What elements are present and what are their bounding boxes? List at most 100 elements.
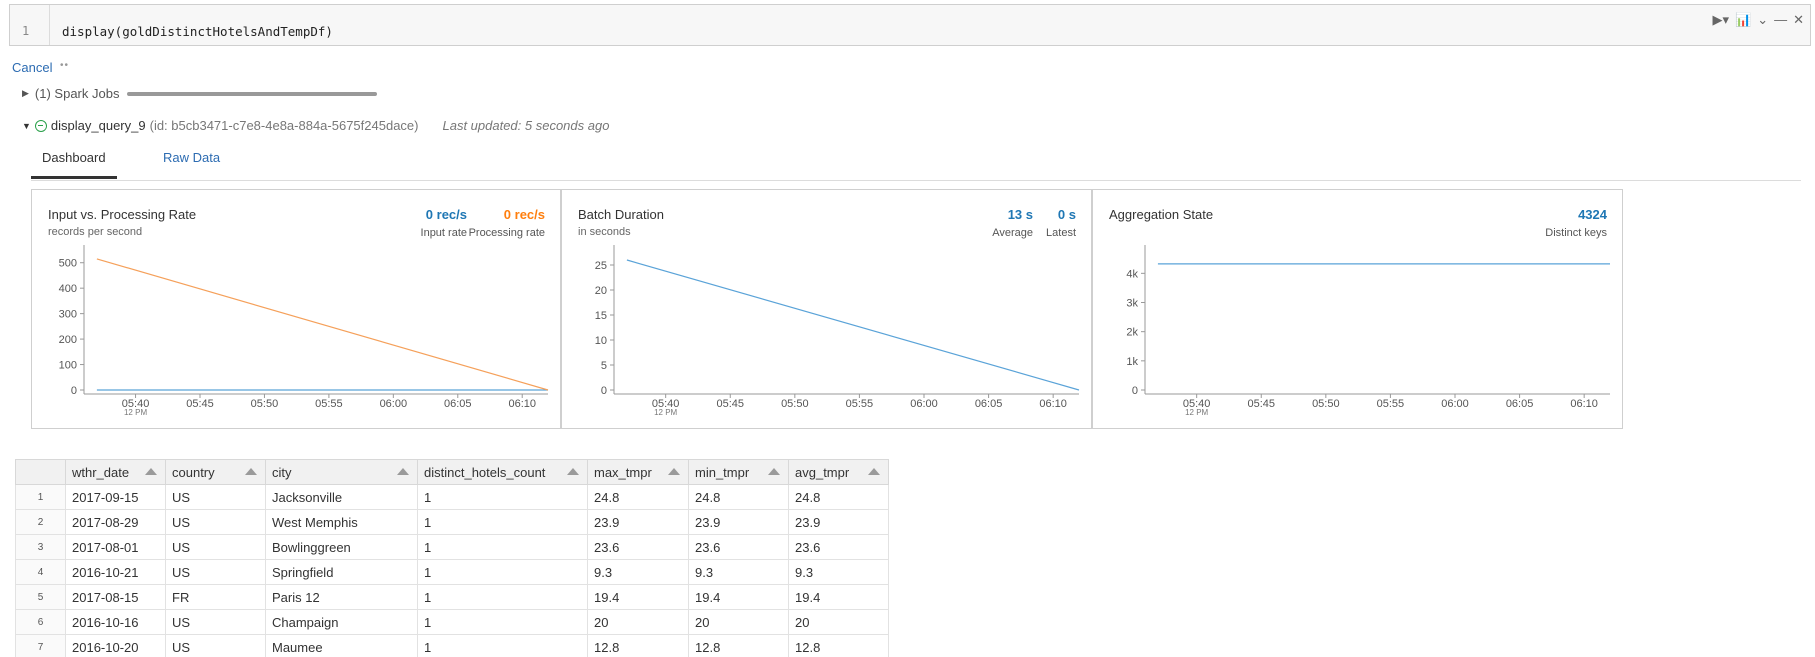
table-cell: FR (165, 584, 266, 610)
table-row[interactable]: 7 2016-10-20 US Maumee 1 12.8 12.8 12.8 (15, 634, 889, 657)
column-label: avg_tmpr (795, 464, 850, 480)
run-icon[interactable]: ▶▾ (1712, 13, 1729, 27)
table-cell: 1 (417, 559, 588, 585)
column-label: city (272, 464, 292, 480)
row-index: 7 (15, 634, 66, 657)
spark-jobs-toggle[interactable]: ▶ (1) Spark Jobs (22, 86, 378, 101)
table-cell: 20 (688, 609, 789, 635)
column-label: country (172, 464, 215, 480)
metric-value: 0 rec/s (425, 207, 467, 222)
table-cell: 12.8 (587, 634, 689, 657)
table-cell: 1 (417, 509, 588, 535)
table-cell: 1 (417, 534, 588, 560)
table-cell: 2016-10-16 (65, 609, 166, 635)
caret-down-icon: ▼ (22, 120, 31, 131)
sort-icon[interactable] (668, 468, 680, 475)
sort-icon[interactable] (768, 468, 780, 475)
y-tick-label: 5 (601, 360, 607, 372)
table-cell: 19.4 (587, 584, 689, 610)
rate-panel: 0 100 200 300 400 500 05:40 12 PM 05:45 05:50 05:5… (31, 189, 561, 429)
row-index: 4 (15, 559, 66, 585)
column-header-country[interactable]: country (165, 459, 266, 485)
tab-dashboard[interactable]: Dashboard (31, 150, 117, 179)
code-cell[interactable]: 1 display(goldDistinctHotelsAndTempDf) ▶… (9, 4, 1811, 46)
chevron-down-icon[interactable]: ⌄ (1757, 13, 1768, 27)
average-metric: 13 s Average (992, 207, 1033, 239)
column-header-avg-tmpr[interactable]: avg_tmpr (788, 459, 889, 485)
stream-status-icon (34, 119, 47, 132)
table-cell: US (165, 484, 266, 510)
table-row[interactable]: 4 2016-10-21 US Springfield 1 9.3 9.3 9.3 (15, 559, 889, 585)
panel-title: Input vs. Processing Rate (48, 207, 197, 222)
table-cell: 12.8 (788, 634, 889, 657)
x-tick-label: 05:50 (1312, 398, 1340, 410)
table-cell: 23.9 (788, 509, 889, 535)
input-rate-metric: 0 rec/s Input rate (421, 207, 467, 239)
column-header-min-tmpr[interactable]: min_tmpr (688, 459, 789, 485)
y-tick-label: 100 (59, 360, 77, 372)
metric-value: 0 s (1057, 207, 1076, 222)
stream-query-header[interactable]: ▼ display_query_9 (id: b5cb3471-c7e8-4e8… (22, 118, 609, 133)
metric-label: Input rate (420, 227, 467, 239)
table-cell: Jacksonville (265, 484, 418, 510)
query-name: display_query_9 (50, 118, 146, 133)
column-header-city[interactable]: city (265, 459, 418, 485)
sort-icon[interactable] (245, 468, 257, 475)
x-tick-sublabel: 12 PM (654, 408, 677, 417)
x-tick-label: 06:05 (975, 398, 1003, 410)
aggregation-chart: 01k2k3k4k05:4012 PM05:45 05:50 05:55 06:00 0… (1126, 245, 1610, 417)
y-tick-label: 0 (601, 385, 607, 397)
sort-icon[interactable] (397, 468, 409, 475)
sort-icon[interactable] (868, 468, 880, 475)
table-cell: 9.3 (688, 559, 789, 585)
minimize-icon[interactable]: — (1774, 13, 1787, 27)
code-editor[interactable]: display(goldDistinctHotelsAndTempDf) (62, 24, 333, 39)
table-cell: 20 (788, 609, 889, 635)
table-row[interactable]: 3 2017-08-01 US Bowlinggreen 1 23.6 23.6 23.6 (15, 534, 889, 560)
y-tick-label: 10 (595, 335, 607, 347)
series-line (626, 259, 1080, 391)
row-index: 2 (15, 509, 66, 535)
y-tick-label: 1k (1126, 356, 1138, 368)
table-cell: West Memphis (265, 509, 418, 535)
sort-icon[interactable] (567, 468, 579, 475)
query-id: (id: b5cb3471-c7e8-4e8a-884a-5675f245dac… (149, 118, 419, 133)
close-icon[interactable]: ✕ (1793, 13, 1804, 27)
table-cell: 24.8 (688, 484, 789, 510)
table-cell: Springfield (265, 559, 418, 585)
table-cell: Bowlinggreen (265, 534, 418, 560)
table-cell: 2017-09-15 (65, 484, 166, 510)
table-row[interactable]: 5 2017-08-15 FR Paris 12 1 19.4 19.4 19.4 (15, 584, 889, 610)
row-index-header (15, 459, 66, 485)
row-index: 5 (15, 584, 66, 610)
caret-right-icon: ▶ (22, 88, 29, 98)
aggregation-panel: 0 1k 2k 3k 4k 05:40 12 PM 05:45 05:50 05:55 06:00 0… (1092, 189, 1623, 429)
y-tick-label: 400 (59, 283, 77, 295)
table-cell: 2017-08-01 (65, 534, 166, 560)
sort-icon[interactable] (145, 468, 157, 475)
table-cell: 23.9 (688, 509, 789, 535)
table-row[interactable]: 1 2017-09-15 US Jacksonville 1 24.8 24.8 24.8 (15, 484, 889, 510)
y-tick-label: 500 (59, 258, 77, 270)
tab-raw-data[interactable]: Raw Data (152, 150, 231, 176)
table-row[interactable]: 6 2016-10-16 US Champaign 1 20 20 20 (15, 609, 889, 635)
table-cell: US (165, 634, 266, 657)
chart-icon[interactable]: 📊 (1735, 13, 1751, 27)
y-tick-label: 15 (595, 310, 607, 322)
table-cell: 23.6 (587, 534, 689, 560)
column-header-wthr-date[interactable]: wthr_date (65, 459, 166, 485)
table-cell: 24.8 (788, 484, 889, 510)
metric-label: Processing rate (468, 227, 545, 239)
table-row[interactable]: 2 2017-08-29 US West Memphis 1 23.9 23.9 23.9 (15, 509, 889, 535)
metric-value: 4324 (1578, 207, 1607, 222)
cancel-link[interactable]: Cancel (12, 60, 52, 75)
panel-title: Batch Duration (578, 207, 664, 222)
x-tick-label: 06:05 (1506, 398, 1534, 410)
table-cell: 9.3 (788, 559, 889, 585)
column-header-max-tmpr[interactable]: max_tmpr (587, 459, 689, 485)
running-dots-icon: •• (60, 60, 70, 71)
column-header-distinct-hotels-count[interactable]: distinct_hotels_count (417, 459, 588, 485)
line-number: 1 (22, 24, 30, 38)
results-table: wthr_date country city distinct_hotels_c… (15, 459, 889, 657)
y-tick-label: 25 (595, 260, 607, 272)
